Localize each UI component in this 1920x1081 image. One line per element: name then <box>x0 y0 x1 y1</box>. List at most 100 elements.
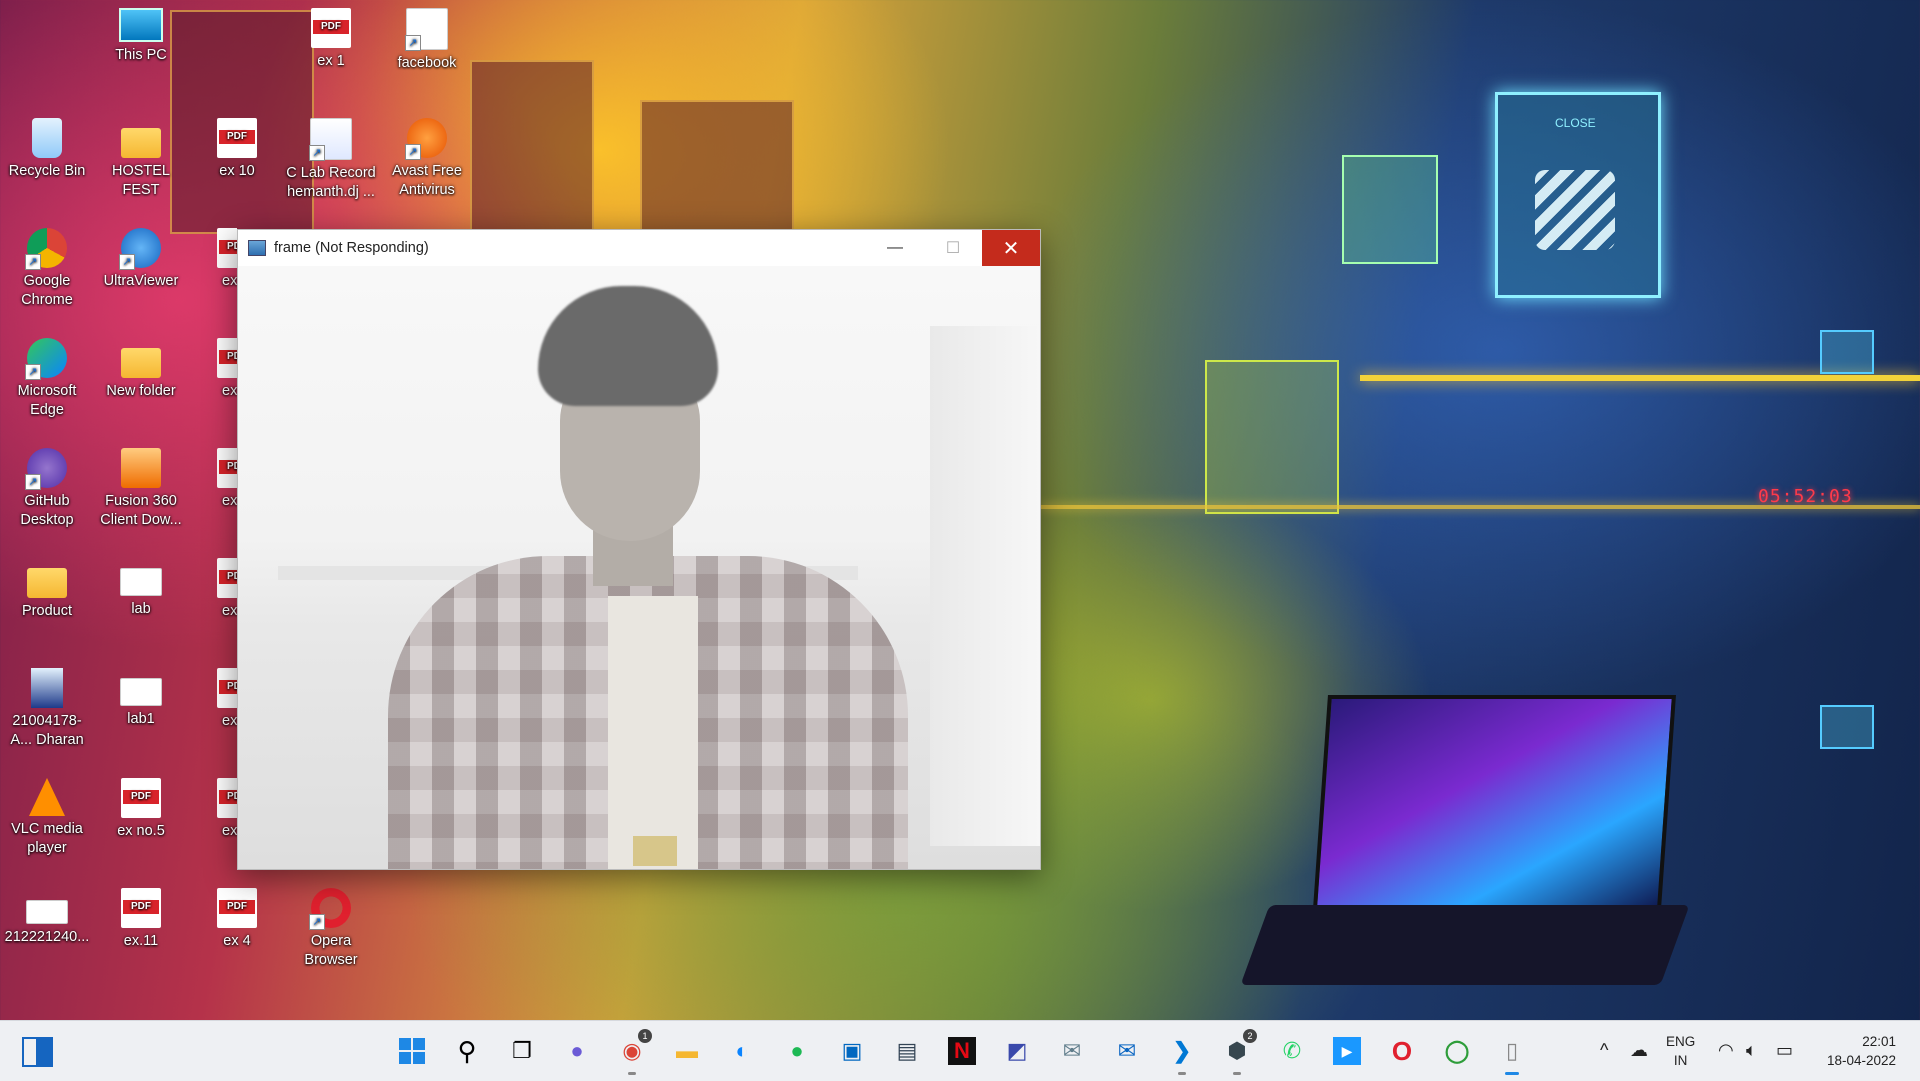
desktop-icon-ex-partial[interactable]: ex <box>192 228 237 291</box>
desktop-icon-label: Microsoft Edge <box>17 383 77 418</box>
wifi-icon[interactable]: ◠ <box>1718 1040 1734 1061</box>
desktop-icon-label: lab1 <box>127 711 155 727</box>
wallpaper-pc-tower <box>1205 360 1339 514</box>
github-icon <box>25 448 67 490</box>
frame-window[interactable]: frame (Not Responding) — ☐ ✕ <box>237 229 1041 870</box>
desktop-icon-label: ex.11 <box>123 933 159 949</box>
folder-icon <box>121 348 161 378</box>
desktop-icon-label: ex no.5 <box>117 823 165 839</box>
taskbar-whatsapp[interactable]: ✆ <box>1272 1031 1312 1071</box>
desktop-icon-label: ex <box>222 823 237 839</box>
desktop-icon-ex-partial[interactable]: ex <box>192 668 237 731</box>
desktop-icon-google-chrome[interactable]: Google Chrome <box>2 228 92 310</box>
desktop-icon-product[interactable]: Product <box>2 558 92 621</box>
mail-icon: ✉ <box>1117 1038 1137 1063</box>
desktop-icon-new-folder[interactable]: New folder <box>96 338 186 401</box>
taskbar-mail[interactable]: ✉ <box>1107 1031 1147 1071</box>
prime-video-icon: ▶ <box>1333 1037 1361 1065</box>
taskbar-whiteboard[interactable]: ◩ <box>997 1031 1037 1071</box>
taskbar-netflix[interactable]: N <box>942 1031 982 1071</box>
video-person-shirt-logo <box>633 836 677 866</box>
desktop-icon-ex10[interactable]: ex 10 <box>192 118 282 181</box>
image-file-icon <box>120 568 162 596</box>
desktop-icon-label: VLC media player <box>11 821 83 856</box>
desktop-icon-hostel-fest[interactable]: HOSTEL FEST <box>96 118 186 200</box>
desktop-icon-ex-partial[interactable]: ex <box>192 338 237 401</box>
desktop-icon-ex-partial[interactable]: ex <box>192 448 237 511</box>
ring-app-icon: ◯ <box>1444 1038 1470 1063</box>
taskbar-photos[interactable]: ▤ <box>887 1031 927 1071</box>
photo-icon <box>31 668 63 708</box>
taskbar-chrome[interactable]: ◉ 1 <box>612 1029 652 1075</box>
desktop-icon-lab[interactable]: lab <box>96 558 186 619</box>
pdf-file-icon <box>217 888 257 928</box>
clock[interactable]: 22:01 18-04-2022 <box>1812 1032 1896 1070</box>
taskbar-opera[interactable]: O <box>1382 1031 1422 1071</box>
desktop-icon-recycle-bin[interactable]: Recycle Bin <box>2 118 92 181</box>
desktop-icon-avast[interactable]: Avast Free Antivirus <box>382 118 472 200</box>
desktop-icon-label: ex <box>222 603 237 619</box>
video-door <box>930 326 1040 846</box>
chrome-icon <box>25 228 67 270</box>
desktop-icon-photo-dharan[interactable]: 21004178-A... Dharan <box>2 668 92 750</box>
taskbar-app-cube[interactable]: ⬢ 2 <box>1217 1029 1257 1075</box>
battery-icon[interactable]: ▭ <box>1776 1040 1793 1061</box>
vlc-icon <box>29 778 65 816</box>
desktop-icon-label: ex <box>222 493 237 509</box>
taskbar-search[interactable]: ⚲ <box>447 1031 487 1071</box>
pdf-file-icon <box>217 448 237 488</box>
widgets-button[interactable] <box>20 1035 53 1067</box>
window-titlebar[interactable]: frame (Not Responding) — ☐ ✕ <box>238 230 1040 266</box>
running-indicator <box>1178 1072 1186 1075</box>
desktop-icon-ex1[interactable]: ex 1 <box>286 8 376 71</box>
taskbar-edge[interactable]: ◐ <box>722 1031 762 1071</box>
taskbar-file[interactable]: ▯ <box>1492 1031 1532 1075</box>
taskbar-store[interactable]: ▣ <box>832 1031 872 1071</box>
desktop-icon-ex4[interactable]: ex 4 <box>192 888 282 951</box>
computer-icon <box>119 8 163 42</box>
desktop-icon-facebook[interactable]: facebook <box>382 8 472 73</box>
taskbar-spotify[interactable]: ● <box>777 1031 817 1071</box>
language-code: ENG <box>1666 1034 1696 1049</box>
desktop-icon-c-lab-record[interactable]: C Lab Record hemanth.dj ... <box>286 118 376 202</box>
taskbar-file-explorer[interactable]: ▬ <box>667 1031 707 1071</box>
desktop-icon-ex-partial[interactable]: ex <box>192 558 237 621</box>
pdf-file-icon <box>217 668 237 708</box>
desktop-icon-github-desktop[interactable]: GitHub Desktop <box>2 448 92 530</box>
start-button[interactable] <box>392 1031 432 1071</box>
folder-icon <box>27 568 67 598</box>
desktop-icon-this-pc[interactable]: This PC <box>96 8 186 65</box>
desktop-icon-label: Google Chrome <box>21 273 73 308</box>
taskbar-chat[interactable]: ● <box>557 1031 597 1071</box>
image-file-icon <box>120 678 162 706</box>
desktop-icon-fusion-360[interactable]: Fusion 360 Client Dow... <box>96 448 186 530</box>
taskbar-mail-app[interactable]: ✉ <box>1052 1031 1092 1071</box>
taskbar-vscode[interactable]: ❯ <box>1162 1031 1202 1075</box>
window-title: frame (Not Responding) <box>274 240 429 256</box>
desktop-icon-microsoft-edge[interactable]: Microsoft Edge <box>2 338 92 420</box>
desktop-icon-ex-partial[interactable]: ex <box>192 778 237 841</box>
close-button[interactable]: ✕ <box>982 230 1040 266</box>
whatsapp-icon: ✆ <box>1282 1038 1302 1063</box>
show-hidden-icons-button[interactable]: ^ <box>1600 1040 1608 1061</box>
minimize-button[interactable]: — <box>866 230 924 266</box>
desktop-icon-212221240[interactable]: 212221240... <box>2 888 92 947</box>
desktop-icon-opera[interactable]: Opera Browser <box>286 888 376 970</box>
taskbar-prime-video[interactable]: ▶ <box>1327 1031 1367 1071</box>
maximize-button[interactable]: ☐ <box>924 230 982 266</box>
taskbar-ring-app[interactable]: ◯ <box>1437 1031 1477 1071</box>
desktop-icon-label: ex 1 <box>317 53 345 69</box>
language-indicator[interactable]: ENG IN <box>1666 1032 1695 1070</box>
desktop-icon-label: Recycle Bin <box>8 163 86 179</box>
desktop-icon-ultraviewer[interactable]: UltraViewer <box>96 228 186 291</box>
onedrive-icon[interactable]: ☁ <box>1630 1040 1648 1061</box>
pdf-file-icon <box>217 118 257 158</box>
desktop-icon-lab1[interactable]: lab1 <box>96 668 186 729</box>
desktop-icon-ex11[interactable]: ex.11 <box>96 888 186 951</box>
desktop-icon-ex-no5[interactable]: ex no.5 <box>96 778 186 841</box>
taskbar-task-view[interactable]: ❐ <box>502 1031 542 1071</box>
netflix-icon: N <box>948 1037 976 1065</box>
desktop-icon-vlc[interactable]: VLC media player <box>2 778 92 858</box>
volume-icon[interactable]: 🔈︎ <box>1746 1040 1757 1061</box>
taskbar-app-list: ⚲ ❐ ● ◉ 1 ▬ ◐ ● ▣ ▤ N ◩ ✉ ✉ ❯ ⬢ 2 ✆ ▶ O ◯ … <box>392 1029 1547 1075</box>
